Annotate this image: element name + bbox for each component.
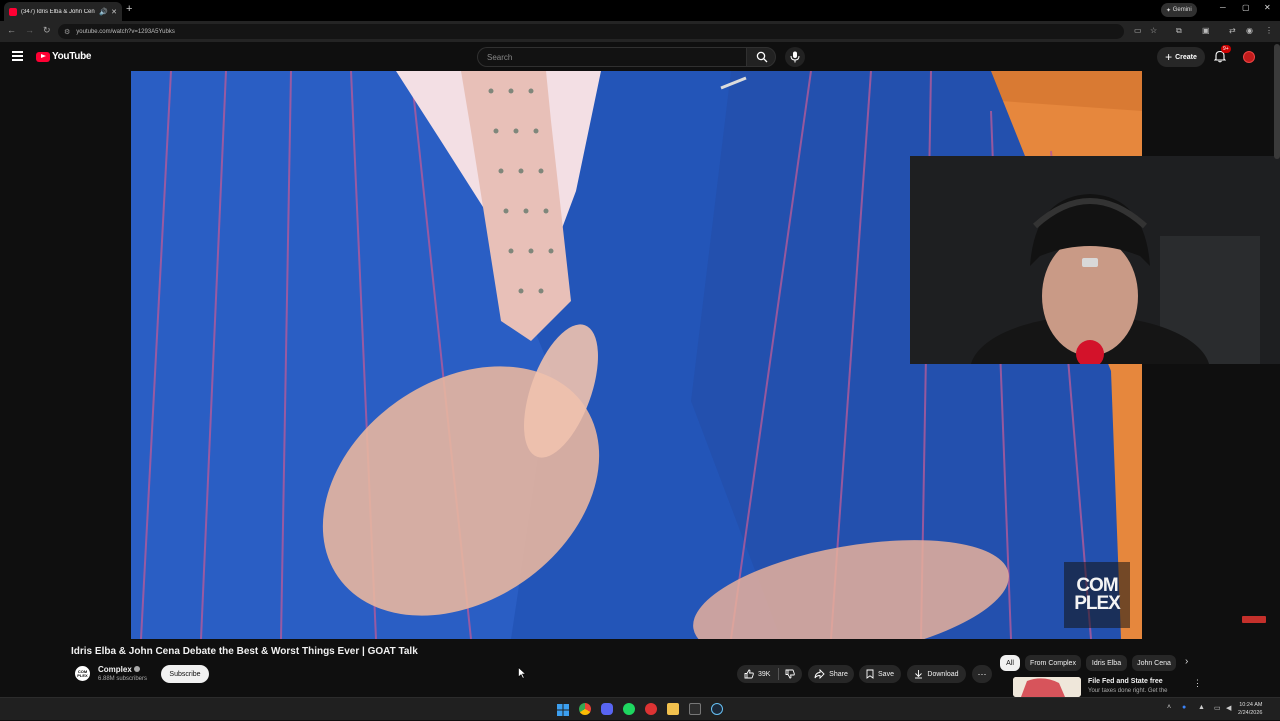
thumbnail-image [1013, 677, 1081, 697]
share-label: Share [829, 670, 848, 678]
recommendation-thumbnail[interactable] [1013, 677, 1081, 697]
search-icon [756, 51, 768, 63]
youtube-header: YouTube Search + Create 9+ [0, 42, 1280, 72]
sidepanel-icon[interactable]: ▣ [1202, 26, 1210, 35]
like-dislike-divider [778, 668, 779, 680]
share-button[interactable]: Share [808, 665, 854, 683]
thumbs-down-icon[interactable] [785, 669, 795, 679]
url-text: youtube.com/watch?v=1293A5Yubks [76, 28, 175, 35]
volume-icon[interactable]: ◀ [1226, 704, 1231, 712]
display-icon[interactable]: ▭ [1214, 704, 1221, 712]
forward-icon[interactable]: → [25, 25, 34, 35]
chips-next-chevron-icon[interactable]: › [1185, 656, 1188, 667]
like-count: 39K [758, 670, 771, 678]
subscribe-button[interactable]: Subscribe [161, 665, 209, 683]
video-title: Idris Elba & John Cena Debate the Best &… [71, 646, 418, 657]
verified-badge-icon [133, 666, 140, 672]
youtube-logo[interactable]: YouTube [36, 51, 92, 62]
thumbs-up-icon [744, 669, 754, 679]
windows-start-icon[interactable] [557, 703, 569, 716]
maximize-icon[interactable]: ▢ [1242, 3, 1250, 12]
chip-all[interactable]: All [1000, 655, 1020, 671]
channel-avatar[interactable]: COM PLEX [75, 666, 90, 681]
steam-icon[interactable] [711, 703, 723, 715]
chip-john-cena[interactable]: John Cena [1132, 655, 1176, 671]
watermark-line-2: PLEX [1074, 593, 1121, 614]
tray-app2-icon[interactable]: ▲ [1198, 704, 1205, 711]
file-explorer-icon[interactable] [667, 703, 679, 715]
gemini-label: Gemini [1172, 7, 1192, 13]
browser-tab-active[interactable]: (347) Idris Elba & John Cen 🔊 ✕ [4, 2, 122, 21]
reload-icon[interactable]: ↻ [43, 25, 51, 36]
download-icon [915, 670, 923, 679]
download-button[interactable]: Download [907, 665, 966, 683]
more-actions-button[interactable]: ⋯ [972, 665, 992, 683]
youtube-logo-text: YouTube [52, 51, 92, 62]
address-bar[interactable]: ⚙ youtube.com/watch?v=1293A5Yubks [58, 24, 1124, 39]
complex-watermark-logo: COM PLEX [1064, 562, 1130, 628]
tray-overflow-icon[interactable]: ˄ [1167, 704, 1171, 711]
new-tab-icon[interactable]: + [126, 3, 132, 15]
back-icon[interactable]: ← [7, 25, 16, 35]
subscriber-count: 6.88M subscribers [98, 676, 148, 682]
taskbar-clock[interactable]: 10:24 AM 2/24/2026 [1238, 701, 1262, 717]
corner-badge [1242, 616, 1266, 623]
channel-name-link[interactable]: Complex [98, 665, 140, 674]
recommendation-menu-icon[interactable]: ⋮ [1193, 678, 1202, 689]
bookmark-icon [866, 669, 874, 679]
cast-icon[interactable]: ▭ [1134, 26, 1142, 35]
youtube-favicon-icon [9, 7, 17, 16]
clock-date: 2/24/2026 [1238, 710, 1263, 716]
page-scrollbar[interactable] [1274, 44, 1280, 159]
discord-icon[interactable] [601, 703, 613, 715]
save-button[interactable]: Save [859, 665, 901, 683]
microphone-icon [790, 51, 800, 63]
browser-toolbar: ← → ↻ ⚙ youtube.com/watch?v=1293A5Yubks … [0, 21, 1280, 42]
browser-tab-title: (347) Idris Elba & John Cen [21, 8, 95, 15]
windows-taskbar: ˄ ● ▲ ▭ ◀ 10:24 AM 2/24/2026 [0, 697, 1280, 720]
gemini-button[interactable]: ✦ Gemini [1161, 3, 1197, 17]
mouse-cursor-icon [518, 667, 526, 679]
create-label: Create [1175, 53, 1197, 61]
webcam-overlay [910, 156, 1280, 364]
profile-icon[interactable]: ◉ [1246, 26, 1253, 35]
youtube-play-icon [36, 51, 50, 62]
create-button[interactable]: + Create [1157, 47, 1205, 67]
download-label: Download [927, 670, 959, 678]
minimize-icon[interactable]: ─ [1220, 3, 1226, 12]
extensions-icon[interactable]: ⧉ [1176, 26, 1182, 36]
webcam-image [910, 156, 1280, 364]
search-button[interactable] [746, 47, 776, 67]
terminal-icon[interactable] [689, 703, 701, 715]
chip-idris-elba[interactable]: Idris Elba [1086, 655, 1127, 671]
tray-app-icon[interactable]: ● [1182, 704, 1186, 711]
gemini-icon: ✦ [1166, 7, 1172, 14]
recommendation-title[interactable]: File Fed and State free [1088, 678, 1163, 685]
browser-menu-icon[interactable]: ⋮ [1265, 26, 1273, 35]
clock-time: 10:24 AM [1239, 702, 1263, 708]
notification-badge: 9+ [1221, 45, 1231, 53]
search-input[interactable]: Search [477, 47, 746, 67]
browser-app-icon[interactable] [645, 703, 657, 715]
plus-icon: + [1165, 50, 1173, 64]
hamburger-menu-icon[interactable] [12, 51, 23, 61]
spotify-icon[interactable] [623, 703, 635, 715]
browser-tab-strip: (347) Idris Elba & John Cen 🔊 ✕ + ✦ Gemi… [0, 0, 1280, 21]
account-avatar[interactable] [1243, 51, 1255, 63]
site-info-icon[interactable]: ⚙ [64, 28, 70, 36]
chrome-icon[interactable] [579, 703, 591, 715]
tab-search-icon[interactable]: ⇄ [1229, 26, 1236, 35]
close-window-icon[interactable]: ✕ [1264, 3, 1271, 12]
bookmark-star-icon[interactable]: ☆ [1150, 26, 1157, 35]
tab-close-icon[interactable]: ✕ [111, 8, 117, 16]
voice-search-button[interactable] [785, 47, 805, 67]
share-icon [814, 669, 825, 679]
more-horizontal-icon: ⋯ [977, 668, 987, 679]
save-label: Save [878, 670, 894, 678]
recommendation-subtitle: Your taxes done right. Get the [1088, 688, 1168, 694]
tab-audio-icon[interactable]: 🔊 [99, 8, 108, 16]
chip-from-complex[interactable]: From Complex [1025, 655, 1081, 671]
channel-name-text: Complex [98, 665, 132, 674]
